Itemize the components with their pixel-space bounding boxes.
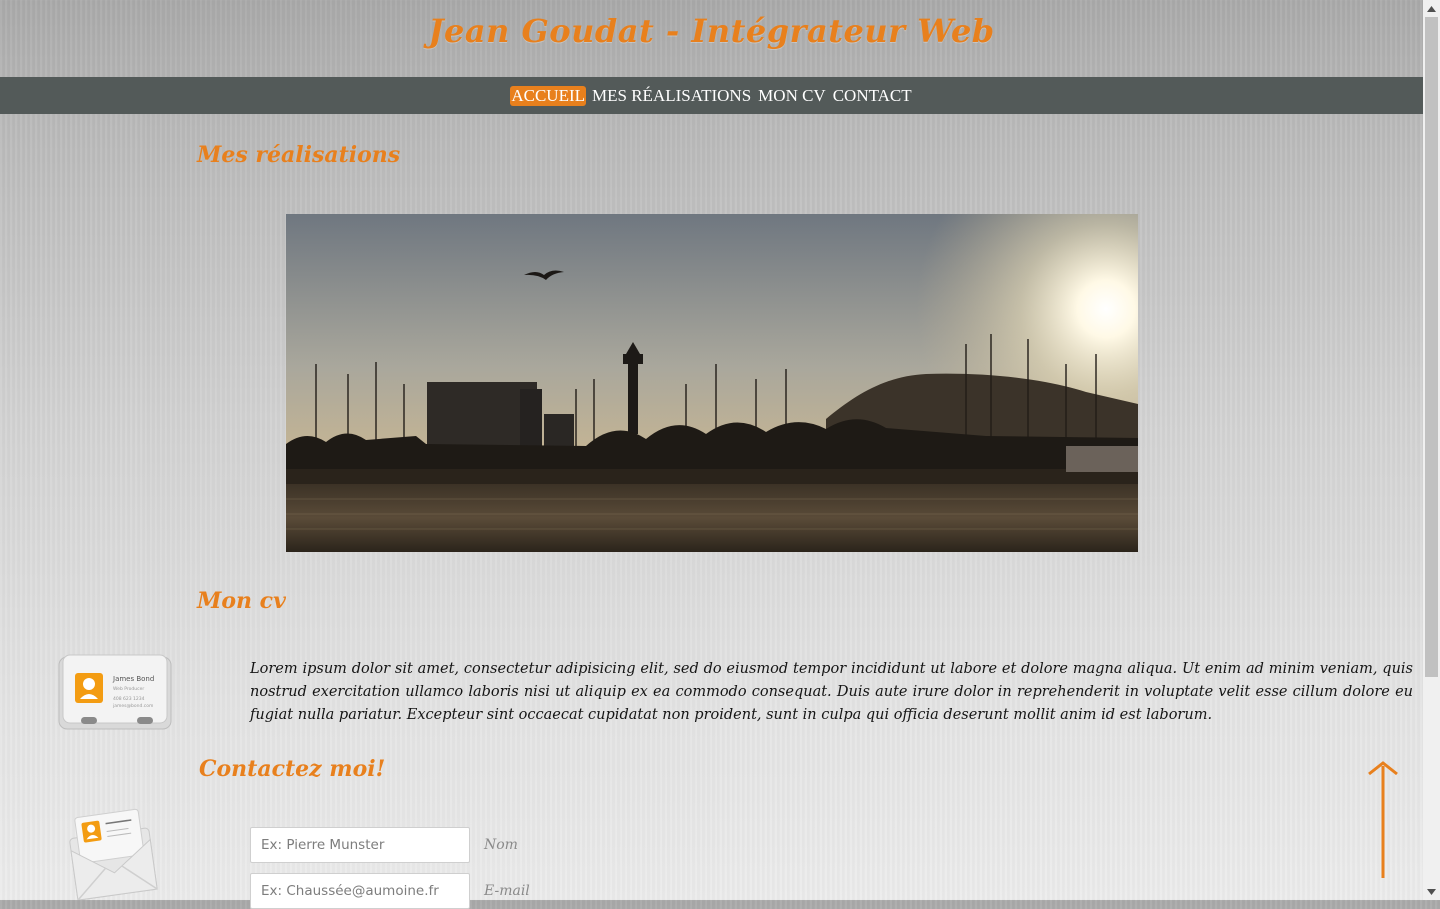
contact-card-icon: James Bond Web Producer 408 623 1234 jam… [55, 653, 173, 731]
name-label: Nom [484, 837, 518, 853]
name-input[interactable] [250, 827, 470, 863]
scroll-up-icon[interactable] [1423, 0, 1440, 17]
nav-item-contact[interactable]: CONTACT [832, 86, 913, 106]
realisations-title: Mes réalisations [197, 142, 401, 168]
page: Jean Goudat - Intégrateur Web ACCUEIL ME… [0, 0, 1423, 909]
email-row: E-mail [250, 873, 530, 909]
name-row: Nom [250, 827, 518, 863]
main-nav: ACCUEIL MES RÉALISATIONS MON CV CONTACT [0, 77, 1423, 114]
cv-title: Mon cv [197, 588, 286, 614]
vertical-scrollbar[interactable] [1423, 0, 1440, 900]
contact-title: Contactez moi! [199, 756, 386, 782]
nav-item-realisations[interactable]: MES RÉALISATIONS [591, 86, 752, 106]
card-role-text: Web Producer [113, 686, 144, 692]
nav-item-accueil[interactable]: ACCUEIL [510, 85, 587, 106]
card-phone-text: 408 623 1234 [113, 696, 145, 702]
site-title: Jean Goudat - Intégrateur Web [428, 12, 995, 50]
envelope-icon [62, 805, 162, 901]
hero-image [286, 214, 1138, 552]
card-name-text: James Bond [112, 675, 154, 683]
nav-item-cv[interactable]: MON CV [757, 86, 827, 106]
cv-description: Lorem ipsum dolor sit amet, consectetur … [250, 661, 1413, 723]
scroll-down-icon[interactable] [1423, 883, 1440, 900]
site-header: Jean Goudat - Intégrateur Web [0, 0, 1423, 77]
email-input[interactable] [250, 873, 470, 909]
card-email-text: james@bond.com [112, 703, 153, 709]
email-label: E-mail [484, 883, 530, 899]
back-to-top-arrow-icon[interactable] [1366, 760, 1400, 882]
scrollbar-thumb[interactable] [1425, 17, 1438, 677]
